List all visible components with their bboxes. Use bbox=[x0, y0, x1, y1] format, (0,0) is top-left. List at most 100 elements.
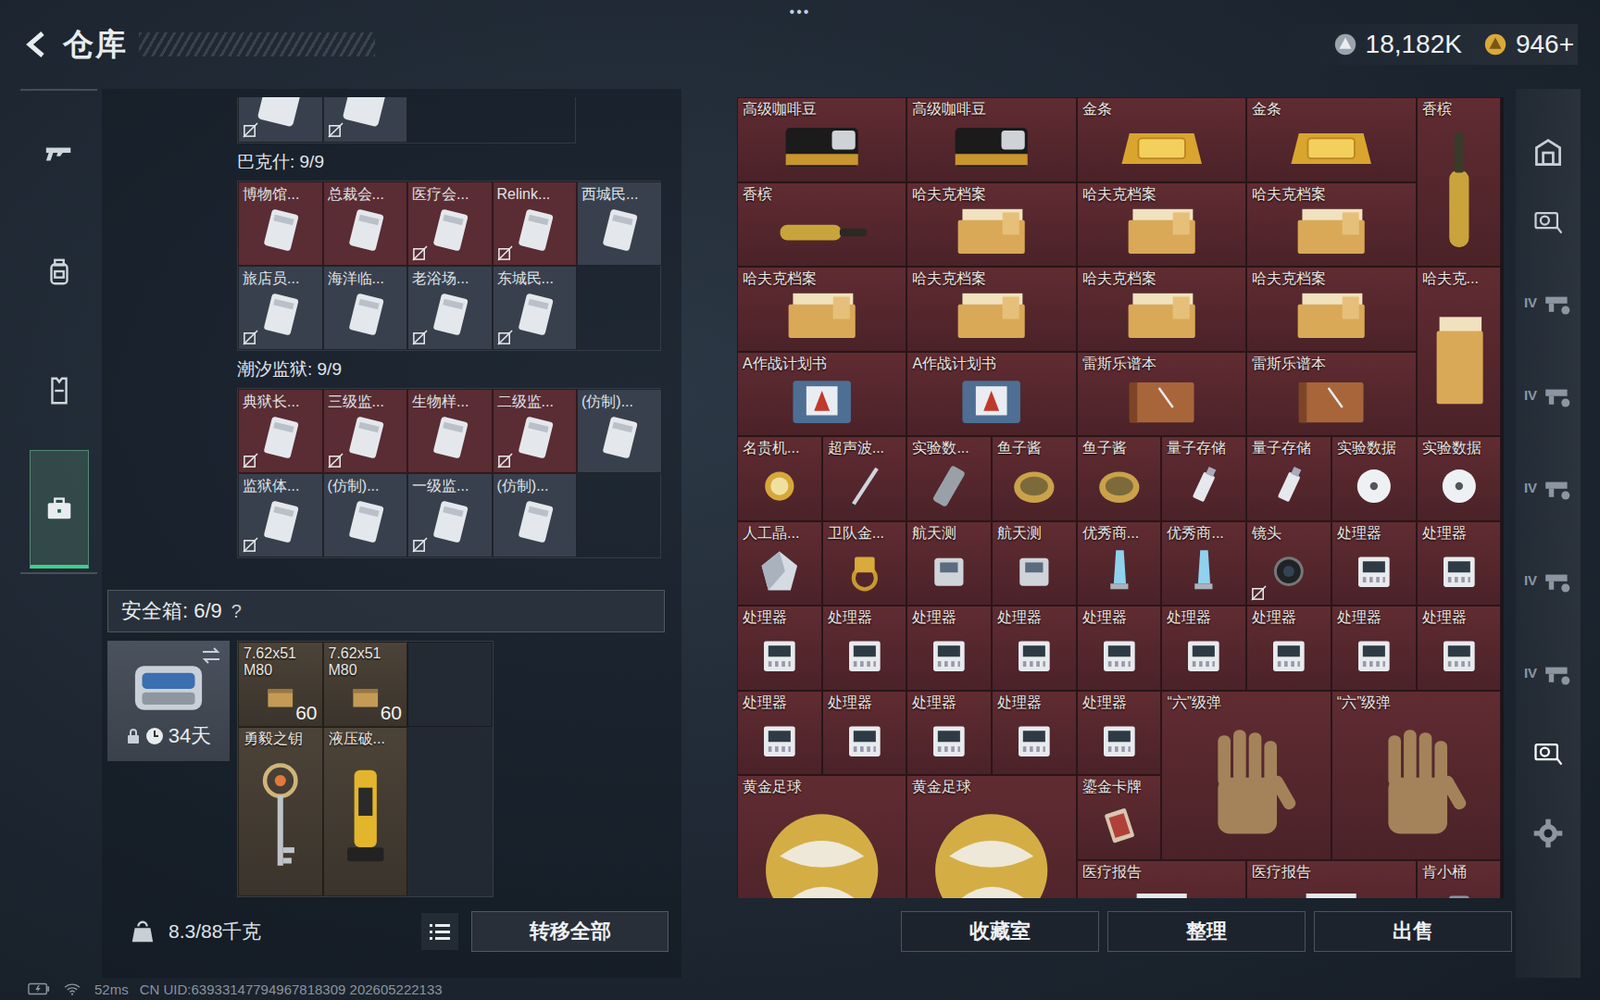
right-nav-tab[interactable]: IV bbox=[1520, 535, 1576, 625]
key-card[interactable] bbox=[323, 97, 409, 143]
stash-item[interactable]: 肯小桶 bbox=[1416, 860, 1502, 900]
stash-item[interactable]: 金条 bbox=[1246, 97, 1416, 183]
right-nav-tab[interactable] bbox=[1520, 788, 1576, 878]
stash-item[interactable]: 处理器 bbox=[1331, 605, 1417, 691]
swap-icon[interactable] bbox=[200, 646, 223, 665]
stash-item[interactable]: 处理器 bbox=[1076, 690, 1163, 776]
back-arrow-icon[interactable] bbox=[22, 29, 52, 60]
stash-item[interactable]: 航天测 bbox=[991, 521, 1077, 607]
stash-item[interactable]: 名贵机... bbox=[737, 436, 823, 522]
transfer-all-button[interactable]: 转移全部 bbox=[471, 911, 669, 952]
stash-item[interactable]: 高级咖啡豆 bbox=[906, 97, 1076, 183]
stash-item[interactable]: 雷斯乐谱本 bbox=[1246, 351, 1416, 438]
stash-item[interactable]: 哈夫克档案 bbox=[1246, 182, 1416, 268]
more-menu[interactable]: ••• bbox=[789, 3, 812, 21]
nav-tab[interactable] bbox=[29, 212, 89, 332]
stash-item[interactable]: 黄金足球 bbox=[737, 775, 907, 899]
key-card[interactable]: 医疗会... bbox=[407, 181, 493, 266]
right-nav-tab[interactable] bbox=[1520, 188, 1576, 254]
key-card[interactable]: 东城民... bbox=[492, 265, 578, 350]
safe-box[interactable]: 34天 bbox=[107, 640, 230, 762]
stash-item[interactable]: 处理器 bbox=[1246, 605, 1332, 691]
key-card[interactable]: (仿制)... bbox=[492, 473, 578, 558]
stash-item[interactable]: 哈夫克档案 bbox=[1246, 266, 1416, 352]
key-card[interactable]: 老浴场... bbox=[407, 265, 493, 350]
stash-item[interactable]: 处理器 bbox=[906, 690, 992, 776]
safe-item[interactable]: 液压破... bbox=[323, 726, 409, 897]
right-nav-tab[interactable] bbox=[1520, 720, 1576, 786]
stash-item[interactable]: 哈夫克档案 bbox=[906, 182, 1076, 268]
stash-item[interactable]: 处理器 bbox=[822, 605, 908, 691]
safe-item[interactable]: 勇毅之钥 bbox=[237, 726, 324, 897]
key-card[interactable]: 三级监... bbox=[323, 388, 409, 474]
stash-item[interactable]: 哈夫克... bbox=[1416, 266, 1502, 437]
stash-item[interactable]: 处理器 bbox=[822, 690, 908, 776]
stash-item[interactable]: 哈夫克档案 bbox=[1076, 266, 1247, 352]
stash-action-button[interactable]: 收藏室 bbox=[900, 911, 1100, 952]
stash-item[interactable]: 实验数... bbox=[906, 436, 992, 522]
stash-item[interactable]: 处理器 bbox=[991, 605, 1077, 691]
stash-item[interactable]: 量子存储 bbox=[1161, 436, 1247, 522]
stash-item[interactable]: A作战计划书 bbox=[906, 351, 1076, 438]
key-card[interactable]: 一级监... bbox=[407, 473, 493, 558]
key-card[interactable]: 总裁会... bbox=[323, 181, 409, 266]
stash-item[interactable]: 高级咖啡豆 bbox=[737, 97, 907, 183]
stash-item[interactable]: “六”级弹 bbox=[1331, 690, 1501, 861]
key-card[interactable]: 博物馆... bbox=[237, 181, 324, 266]
right-nav-tab[interactable]: IV bbox=[1520, 257, 1576, 347]
currency[interactable]: 18,182K bbox=[1332, 29, 1463, 60]
stash-item[interactable]: 鱼子酱 bbox=[1076, 436, 1163, 522]
stash-item[interactable]: 处理器 bbox=[1076, 605, 1163, 691]
stash-item[interactable]: 实验数据 bbox=[1331, 436, 1417, 522]
stash-item[interactable]: 处理器 bbox=[1416, 521, 1502, 607]
stash-item[interactable]: 超声波... bbox=[822, 436, 908, 522]
nav-tab[interactable] bbox=[29, 331, 89, 450]
key-card[interactable] bbox=[237, 97, 324, 143]
stash-item[interactable]: 黄金足球 bbox=[906, 775, 1076, 899]
key-card[interactable]: 生物样... bbox=[407, 388, 493, 474]
stash-item[interactable]: 香槟 bbox=[737, 182, 907, 268]
stash-action-button[interactable]: 出售 bbox=[1313, 911, 1513, 952]
stash-action-button[interactable]: 整理 bbox=[1107, 911, 1306, 952]
key-card[interactable]: 典狱长... bbox=[237, 388, 324, 474]
safe-item[interactable]: 7.62x51 M8060 bbox=[237, 641, 324, 727]
key-card[interactable]: 海洋临... bbox=[323, 265, 409, 350]
list-button[interactable] bbox=[421, 912, 459, 950]
stash-item[interactable]: 优秀商... bbox=[1076, 521, 1163, 607]
stash-item[interactable]: 鎏金卡牌 bbox=[1076, 775, 1163, 861]
nav-tab[interactable] bbox=[29, 94, 89, 213]
stash-item[interactable]: 哈夫克档案 bbox=[906, 266, 1076, 352]
key-card[interactable]: (仿制)... bbox=[576, 388, 663, 474]
stash-item[interactable]: 优秀商... bbox=[1161, 521, 1247, 607]
right-nav-tab[interactable] bbox=[1520, 120, 1576, 186]
stash-item[interactable]: 香槟 bbox=[1416, 97, 1502, 267]
currency[interactable]: 946+ bbox=[1482, 29, 1575, 60]
nav-tab[interactable] bbox=[29, 450, 89, 569]
stash-item[interactable]: 处理器 bbox=[1161, 605, 1247, 691]
stash-item[interactable]: 哈夫克档案 bbox=[1076, 182, 1247, 268]
stash-item[interactable]: 量子存储 bbox=[1246, 436, 1332, 522]
stash-item[interactable]: 处理器 bbox=[906, 605, 992, 691]
right-nav-tab[interactable]: IV bbox=[1520, 350, 1576, 439]
key-card[interactable]: (仿制)... bbox=[323, 473, 409, 558]
stash-item[interactable]: 处理器 bbox=[737, 690, 823, 776]
stash-item[interactable]: 哈夫克档案 bbox=[737, 266, 907, 352]
stash-item[interactable]: 鱼子酱 bbox=[991, 436, 1077, 522]
stash-item[interactable]: “六”级弹 bbox=[1161, 690, 1331, 861]
stash-item[interactable]: 医疗报告 bbox=[1076, 860, 1247, 900]
help-button[interactable]: ? bbox=[231, 600, 242, 623]
safe-item[interactable]: 7.62x51 M8060 bbox=[323, 641, 409, 727]
right-nav-tab[interactable]: IV bbox=[1520, 627, 1576, 717]
stash-item[interactable]: 实验数据 bbox=[1416, 436, 1502, 522]
stash-item[interactable]: 处理器 bbox=[737, 605, 823, 691]
stash-item[interactable]: 处理器 bbox=[991, 690, 1077, 776]
stash-item[interactable]: 人工晶... bbox=[737, 521, 823, 607]
stash-item[interactable]: 雷斯乐谱本 bbox=[1076, 351, 1247, 438]
right-nav-tab[interactable]: IV bbox=[1520, 442, 1576, 532]
stash-item[interactable]: 卫队金... bbox=[822, 521, 908, 607]
stash-item[interactable]: 医疗报告 bbox=[1246, 860, 1416, 900]
empty-slot[interactable] bbox=[407, 641, 493, 727]
key-card[interactable]: 监狱体... bbox=[237, 473, 324, 558]
stash-item[interactable]: 处理器 bbox=[1416, 605, 1502, 691]
key-card[interactable]: 西城民... bbox=[576, 181, 663, 266]
